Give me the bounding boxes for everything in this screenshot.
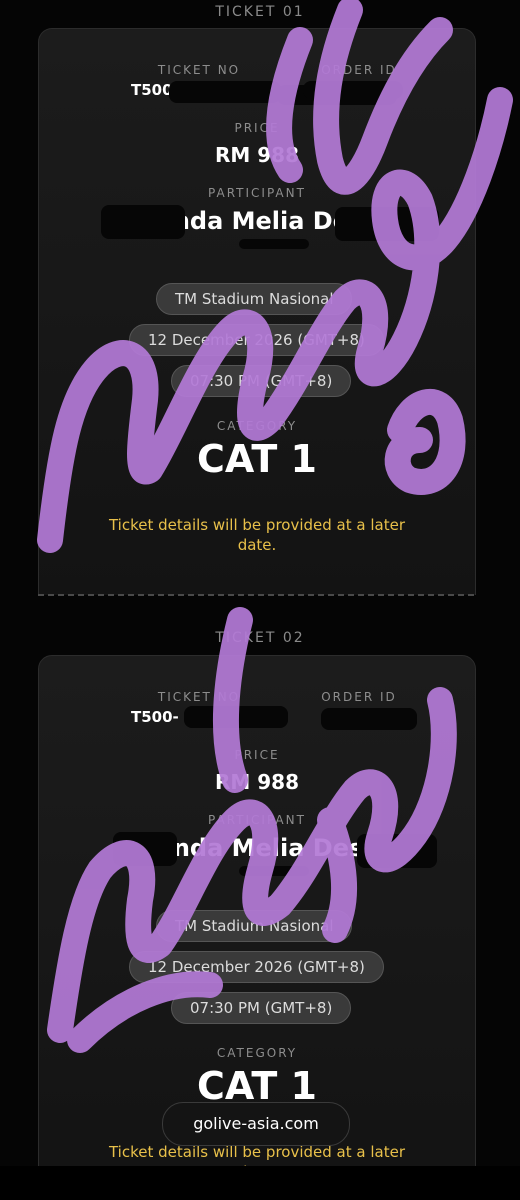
date-pill: 12 December 2026 (GMT+8) — [129, 951, 384, 983]
participant-label: PARTICIPANT — [208, 813, 306, 827]
price-value: RM 988 — [214, 770, 299, 794]
date-pill: 12 December 2026 (GMT+8) — [129, 324, 384, 356]
redaction-mark — [321, 708, 417, 730]
price-value: RM 988 — [214, 143, 299, 167]
redaction-mark — [239, 866, 309, 876]
ticket-no-value: T500- — [131, 708, 179, 726]
ticket-no-value: T500 — [131, 81, 173, 99]
participant-label: PARTICIPANT — [208, 186, 306, 200]
redaction-mark — [239, 239, 309, 249]
redaction-mark — [335, 207, 439, 241]
redaction-mark — [169, 81, 281, 103]
ticket-heading: TICKET 01 — [215, 4, 305, 20]
redaction-mark — [357, 834, 437, 868]
venue-pill: TM Stadium Nasional — [156, 910, 353, 942]
order-id-label: ORDER ID — [321, 63, 397, 77]
ticket-no-label: TICKET NO — [157, 63, 241, 77]
redaction-mark — [303, 81, 403, 99]
category-label: CATEGORY — [216, 1046, 298, 1060]
redaction-mark — [184, 706, 288, 728]
redaction-mark — [101, 205, 185, 239]
bottom-bar — [0, 1166, 520, 1200]
ticket-note: Ticket details will be provided at a lat… — [108, 516, 405, 554]
time-pill: 07:30 PM (GMT+8) — [171, 992, 352, 1024]
perforation-line — [38, 594, 474, 596]
price-label: PRICE — [234, 121, 280, 135]
category-label: CATEGORY — [216, 419, 298, 433]
ticket-heading: TICKET 02 — [215, 630, 305, 646]
venue-pill: TM Stadium Nasional — [156, 283, 353, 315]
category-value: CAT 1 — [197, 437, 317, 481]
price-label: PRICE — [234, 748, 280, 762]
redaction-mark — [113, 832, 177, 866]
time-pill: 07:30 PM (GMT+8) — [171, 365, 352, 397]
ticket-no-label: TICKET NO — [157, 690, 241, 704]
ticket-card: TICKET NO ORDER ID T500 PRICE RM 988 PAR… — [38, 28, 476, 595]
url-pill[interactable]: golive-asia.com — [162, 1102, 350, 1146]
order-id-label: ORDER ID — [321, 690, 397, 704]
